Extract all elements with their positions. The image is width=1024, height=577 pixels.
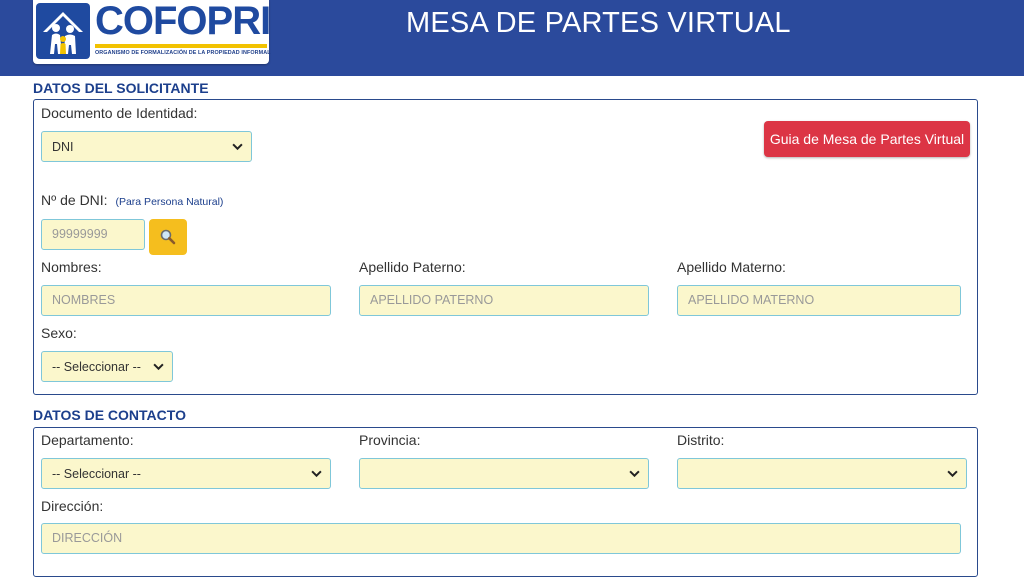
direccion-label: Dirección: [41,498,104,514]
materno-label: Apellido Materno: [677,259,786,275]
documento-select-value: DNI [52,139,74,154]
dni-note: (Para Persona Natural) [115,196,224,208]
distrito-label: Distrito: [677,432,725,448]
paterno-label: Apellido Paterno: [359,259,466,275]
logo-name: COFOPRI [95,0,271,43]
departamento-select-value: -- Seleccionar -- [52,466,141,481]
chevron-down-icon [232,143,243,151]
dni-label: Nº de DNI: [41,192,108,208]
direccion-placeholder: DIRECCIÓN [52,531,123,545]
magnifier-icon [160,229,176,245]
distrito-select[interactable] [677,458,967,489]
dni-label-row: Nº de DNI: (Para Persona Natural) [41,192,223,208]
provincia-select[interactable] [359,458,649,489]
guide-button[interactable]: Guia de Mesa de Partes Virtual [764,121,970,157]
paterno-input[interactable]: APELLIDO PATERNO [359,285,649,316]
nombres-placeholder: NOMBRES [52,293,116,307]
section-title-contacto: DATOS DE CONTACTO [33,407,186,423]
chevron-down-icon [311,470,322,478]
page-title: MESA DE PARTES VIRTUAL [406,7,791,39]
direccion-input[interactable]: DIRECCIÓN [41,523,961,554]
family-house-icon [36,3,90,59]
departamento-select[interactable]: -- Seleccionar -- [41,458,331,489]
chevron-down-icon [153,363,164,371]
nombres-label: Nombres: [41,259,102,275]
nombres-input[interactable]: NOMBRES [41,285,331,316]
section-title-solicitante: DATOS DEL SOLICITANTE [33,80,209,96]
sexo-select-value: -- Seleccionar -- [52,359,141,374]
sexo-select[interactable]: -- Seleccionar -- [41,351,173,382]
logo-subtitle: ORGANISMO DE FORMALIZACIÓN DE LA PROPIED… [95,50,271,56]
search-button[interactable] [149,219,187,255]
materno-input[interactable]: APELLIDO MATERNO [677,285,961,316]
cofopri-logo[interactable]: COFOPRI ORGANISMO DE FORMALIZACIÓN DE LA… [33,0,271,64]
documento-label: Documento de Identidad: [41,105,198,121]
app-header: COFOPRI ORGANISMO DE FORMALIZACIÓN DE LA… [0,0,1024,76]
contacto-panel [33,427,978,577]
dni-input[interactable]: 99999999 [41,219,145,250]
chevron-down-icon [947,470,958,478]
materno-placeholder: APELLIDO MATERNO [688,293,815,307]
paterno-placeholder: APELLIDO PATERNO [370,293,494,307]
dni-placeholder: 99999999 [52,227,108,241]
sexo-label: Sexo: [41,325,77,341]
logo-accent-bar [95,44,267,48]
documento-select[interactable]: DNI [41,131,252,162]
provincia-label: Provincia: [359,432,421,448]
chevron-down-icon [629,470,640,478]
departamento-label: Departamento: [41,432,134,448]
